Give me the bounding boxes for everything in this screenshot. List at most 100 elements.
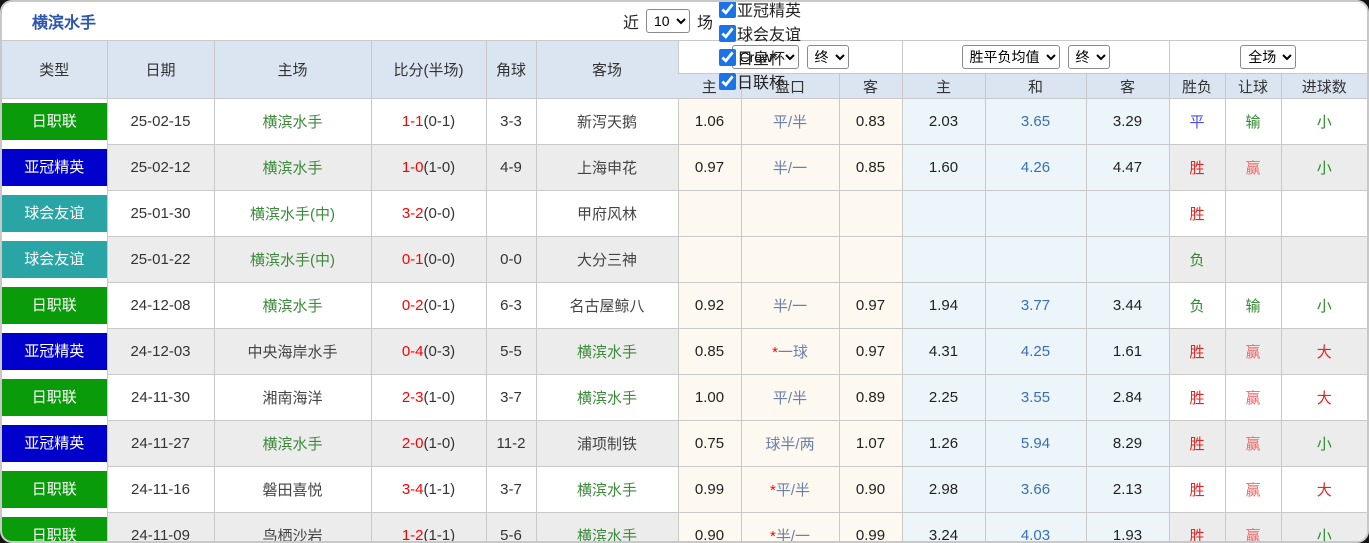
away-team-cell: 横滨水手: [535, 374, 678, 421]
league-type-cell: 日职联: [2, 512, 107, 541]
avg-home-cell: 1.26: [901, 420, 985, 467]
match-row: 亚冠精英 24-12-03 中央海岸水手 0-4(0-3) 5-5 横滨水手 0.85 *一球…: [2, 328, 1367, 375]
avg-type-select[interactable]: 胜平负均值: [961, 45, 1060, 69]
goals-result-cell: 小: [1280, 420, 1367, 467]
final-score: 1-1: [401, 113, 424, 130]
recent-count-select[interactable]: 10: [645, 9, 690, 33]
avg-draw-cell: 4.25: [984, 328, 1086, 375]
half-score: (0-1): [423, 113, 456, 130]
result-cell: 胜: [1168, 190, 1226, 237]
team-title: 横滨水手: [32, 15, 97, 32]
matches-label: 场: [696, 15, 713, 32]
crown-away-odds-cell: [838, 190, 902, 237]
topbar: 横滨水手 近 10 场 同客日职联亚冠精英球会友谊日皇杯日联杯: [2, 2, 1367, 92]
handicap-cell: [740, 190, 839, 237]
avg-home-cell: 2.03: [901, 98, 985, 145]
home-team-cell: 横滨水手(中): [213, 236, 371, 283]
league-filter[interactable]: 日联杯: [716, 69, 801, 93]
league-filter[interactable]: 亚冠精英: [716, 2, 802, 21]
goals-result-cell: [1280, 236, 1367, 283]
crown-home-odds-cell: [677, 190, 741, 237]
league-filter-checkbox[interactable]: [719, 2, 736, 18]
avg-away-cell: 3.44: [1085, 282, 1170, 329]
odds-final-select-1[interactable]: 终: [806, 45, 849, 69]
final-score: 0-4: [401, 343, 424, 360]
goals-result-cell: [1280, 190, 1367, 237]
half-score: (0-1): [423, 297, 456, 314]
result-cell: 平: [1168, 98, 1226, 145]
away-team-cell: 甲府风林: [535, 190, 678, 237]
match-stats-widget: 横滨水手 近 10 场 同客日职联亚冠精英球会友谊日皇杯日联杯 类型 日期 主场…: [0, 0, 1369, 543]
near-label: 近: [622, 15, 639, 32]
league-filter-checkbox[interactable]: [719, 48, 736, 66]
league-type-badge: 亚冠精英: [2, 149, 107, 186]
crown-away-odds-cell: 0.99: [838, 512, 902, 541]
crown-home-odds-cell: 1.06: [677, 98, 741, 145]
date-cell: 25-01-30: [106, 190, 214, 237]
handicap-result-cell: 输: [1224, 98, 1282, 145]
col-header-home: 主场: [213, 40, 371, 99]
league-filter[interactable]: 日皇杯: [716, 45, 801, 69]
crown-home-odds-cell: 0.99: [677, 466, 741, 513]
handicap-cell: 半/一: [740, 144, 839, 191]
handicap-result-cell: 赢: [1224, 466, 1282, 513]
away-team-cell: 新泻天鹅: [535, 98, 678, 145]
handicap-cell: 球半/两: [740, 420, 839, 467]
half-score: (1-1): [423, 527, 456, 543]
league-filter-checkbox[interactable]: [719, 72, 736, 90]
scope-group-header: 全场: [1168, 40, 1367, 74]
sub-header-avg-draw: 和: [984, 73, 1086, 99]
match-row: 日职联 24-11-09 鸟栖沙岩 1-2(1-1) 5-6 横滨水手 0.90 *半/一 0.…: [2, 512, 1367, 543]
home-team-cell: 横滨水手: [213, 282, 371, 329]
match-row: 亚冠精英 24-11-27 横滨水手 2-0(1-0) 11-2 浦项制铁 0.75 球半/两…: [2, 420, 1367, 467]
crown-away-odds-cell: 0.85: [838, 144, 902, 191]
odds-final-select-2[interactable]: 终: [1067, 45, 1110, 69]
away-team-cell: 大分三神: [535, 236, 678, 283]
league-filter-label: 球会友谊: [737, 27, 802, 44]
score-cell: 3-2(0-0): [370, 190, 486, 237]
league-filter-label: 日联杯: [737, 75, 786, 92]
away-team-cell: 横滨水手: [535, 328, 678, 375]
avg-away-cell: 2.13: [1085, 466, 1170, 513]
crown-away-odds-cell: [838, 236, 902, 283]
final-score: 1-0: [401, 159, 424, 176]
handicap-result-cell: [1224, 236, 1282, 283]
col-header-date: 日期: [106, 40, 214, 99]
league-type-cell: 亚冠精英: [2, 420, 107, 467]
avg-home-cell: 3.24: [901, 512, 985, 541]
date-cell: 24-11-27: [106, 420, 214, 467]
sub-header-handicap-result: 让球: [1224, 73, 1282, 99]
match-row: 日职联 24-11-16 磐田喜悦 3-4(1-1) 3-7 横滨水手 0.99 *平/半 0.…: [2, 466, 1367, 513]
avg-away-cell: 1.93: [1085, 512, 1170, 541]
crown-away-odds-cell: 0.90: [838, 466, 902, 513]
handicap-result-cell: [1224, 190, 1282, 237]
handicap-result-cell: 赢: [1224, 144, 1282, 191]
match-row: 日职联 24-12-08 横滨水手 0-2(0-1) 6-3 名古屋鲸八 0.92 半/一 0.…: [2, 282, 1367, 329]
sub-header-odds-away: 客: [838, 73, 902, 99]
league-filter-group: 同客日职联亚冠精英球会友谊日皇杯日联杯: [716, 2, 802, 93]
half-score: (1-0): [423, 389, 456, 406]
handicap-result-cell: 赢: [1224, 328, 1282, 375]
league-filter-checkbox[interactable]: [719, 24, 736, 42]
avg-home-cell: 1.94: [901, 282, 985, 329]
final-score: 0-2: [401, 297, 424, 314]
sub-header-result: 胜负: [1168, 73, 1226, 99]
scope-select[interactable]: 全场: [1240, 45, 1297, 69]
handicap-cell: *平/半: [740, 466, 839, 513]
league-type-badge: 日职联: [2, 379, 107, 416]
handicap-cell: 平/半: [740, 98, 839, 145]
avg-away-cell: [1085, 190, 1170, 237]
score-cell: 2-0(1-0): [370, 420, 486, 467]
league-filter-label: 亚冠精英: [737, 3, 802, 20]
league-type-badge: 日职联: [2, 517, 107, 541]
result-cell: 胜: [1168, 466, 1226, 513]
league-type-cell: 球会友谊: [2, 236, 107, 283]
league-filter[interactable]: 球会友谊: [716, 21, 801, 45]
avg-draw-cell: [984, 236, 1086, 283]
league-type-badge: 球会友谊: [2, 195, 107, 232]
crown-away-odds-cell: 0.97: [838, 328, 902, 375]
corner-cell: 4-9: [485, 144, 536, 191]
league-type-badge: 球会友谊: [2, 241, 107, 278]
goals-result-cell: 大: [1280, 466, 1367, 513]
league-type-badge: 亚冠精英: [2, 333, 107, 370]
